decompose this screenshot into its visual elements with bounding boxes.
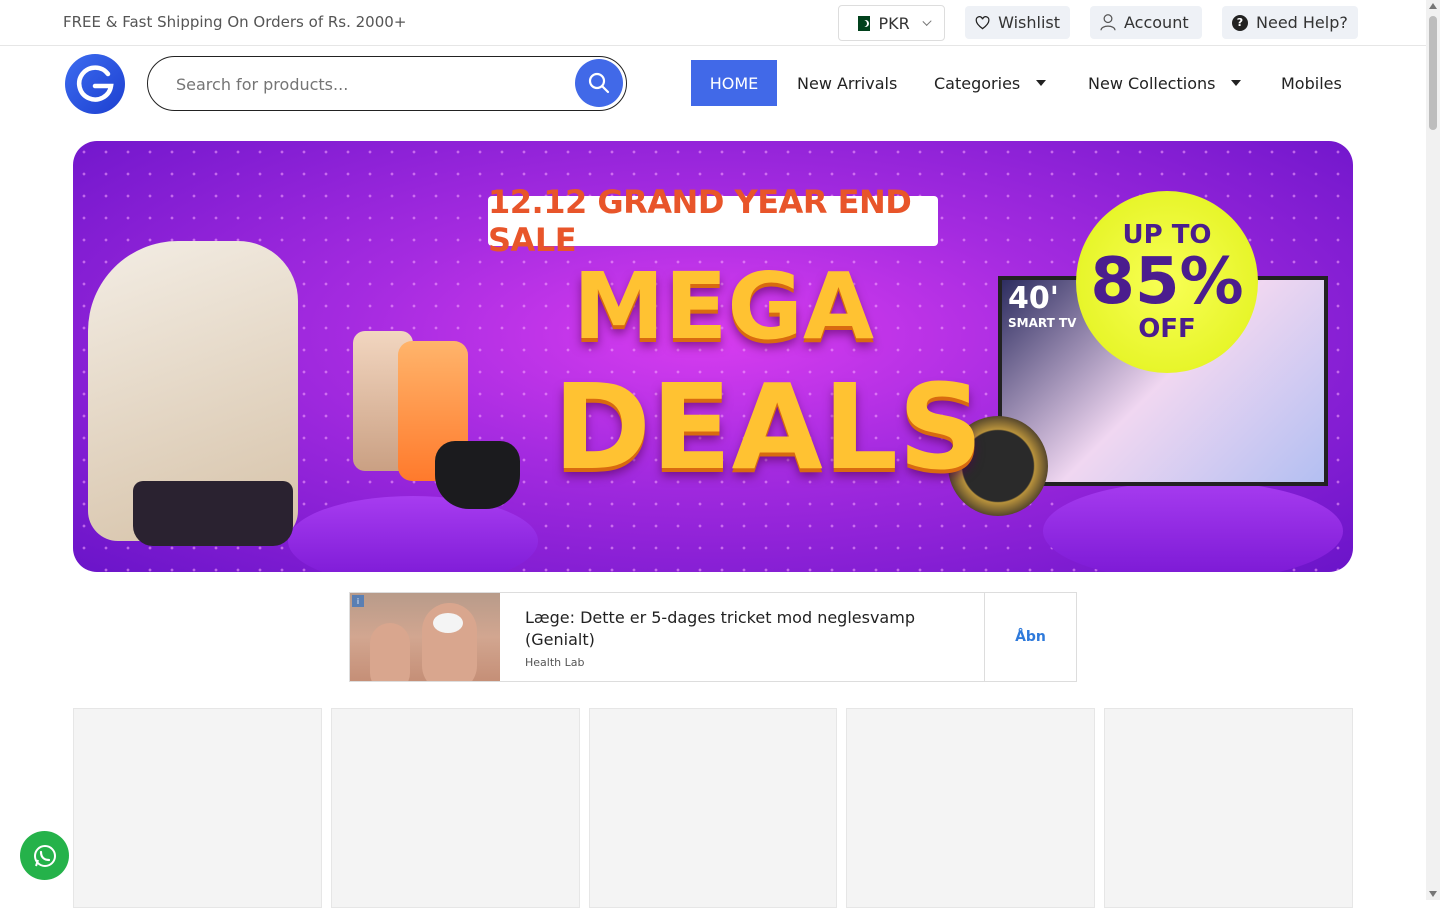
user-icon	[1100, 14, 1116, 31]
product-cards	[73, 708, 1353, 908]
sale-strip: 12.12 GRAND YEAR END SALE	[488, 183, 938, 259]
product-card-placeholder[interactable]	[846, 708, 1096, 908]
caret-down-icon	[1231, 80, 1242, 86]
ad-source: Health Lab	[525, 656, 585, 669]
mega-text: MEGA	[573, 253, 875, 360]
tv-sub: SMART TV	[1008, 316, 1077, 330]
currency-selector[interactable]: PKR	[838, 5, 945, 41]
ad-title: Læge: Dette er 5-dages tricket mod negle…	[525, 608, 915, 649]
help-button[interactable]: ? Need Help?	[1222, 6, 1358, 39]
tv-label: 40' SMART TV	[1008, 281, 1076, 330]
logo-g-icon	[76, 65, 114, 102]
account-label: Account	[1124, 13, 1189, 32]
account-button[interactable]: Account	[1090, 6, 1202, 39]
nav-new-collections[interactable]: New Collections	[1088, 60, 1242, 106]
pakistan-flag-icon	[853, 15, 871, 31]
scroll-up-icon[interactable]	[1429, 3, 1437, 9]
caret-down-icon	[1036, 80, 1047, 86]
product-card-placeholder[interactable]	[330, 708, 580, 908]
chair-base	[133, 481, 293, 546]
heart-icon	[975, 15, 990, 29]
wishlist-button[interactable]: Wishlist	[965, 6, 1070, 39]
ad-open-button[interactable]: Åbn	[984, 593, 1076, 681]
wishlist-label: Wishlist	[998, 13, 1060, 32]
scroll-down-icon[interactable]	[1429, 891, 1437, 897]
discount-off: OFF	[1138, 314, 1196, 344]
nav-home[interactable]: HOME	[691, 60, 777, 106]
product-card-placeholder[interactable]	[588, 708, 838, 908]
chevron-down-icon	[922, 16, 932, 26]
shipping-notice: FREE & Fast Shipping On Orders of Rs. 20…	[63, 13, 407, 31]
help-label: Need Help?	[1256, 13, 1348, 32]
nav-categories[interactable]: Categories	[934, 60, 1047, 106]
main-header: HOME New Arrivals Categories New Collect…	[0, 46, 1426, 126]
search-button[interactable]	[575, 59, 623, 107]
discount-badge: UP TO 85% OFF	[1076, 191, 1258, 373]
search-input[interactable]	[176, 71, 556, 97]
hero-banner[interactable]: 40' SMART TV 12.12 GRAND YEAR END SALE M…	[73, 141, 1353, 572]
top-bar: FREE & Fast Shipping On Orders of Rs. 20…	[0, 0, 1426, 46]
earbuds-image	[435, 441, 520, 509]
search-bar	[147, 56, 627, 111]
toe-shape	[370, 623, 410, 681]
nav-new-arrivals[interactable]: New Arrivals	[797, 60, 897, 106]
currency-label: PKR	[878, 13, 910, 33]
nav-collections-label: New Collections	[1088, 73, 1216, 93]
product-card-placeholder[interactable]	[73, 708, 322, 908]
whatsapp-icon	[33, 844, 56, 867]
podium-right	[1043, 481, 1343, 572]
nav-mobiles[interactable]: Mobiles	[1281, 60, 1342, 106]
scrollbar[interactable]	[1426, 0, 1440, 900]
whatsapp-button[interactable]	[20, 831, 69, 880]
ad-info-icon[interactable]: i	[352, 595, 364, 607]
discount-percent: 85%	[1090, 245, 1244, 319]
scroll-thumb[interactable]	[1429, 16, 1437, 130]
ad-image: i	[350, 593, 500, 681]
nav-categories-label: Categories	[934, 73, 1021, 93]
advertisement[interactable]: i Læge: Dette er 5-dages tricket mod neg…	[349, 592, 1077, 682]
tv-size: 40'	[1008, 281, 1059, 316]
search-icon	[588, 72, 610, 94]
cream-blob	[433, 613, 463, 633]
deals-text: DEALS	[553, 358, 984, 496]
site-logo[interactable]	[65, 54, 125, 114]
question-icon: ?	[1232, 14, 1248, 31]
product-card-placeholder[interactable]	[1104, 708, 1353, 908]
